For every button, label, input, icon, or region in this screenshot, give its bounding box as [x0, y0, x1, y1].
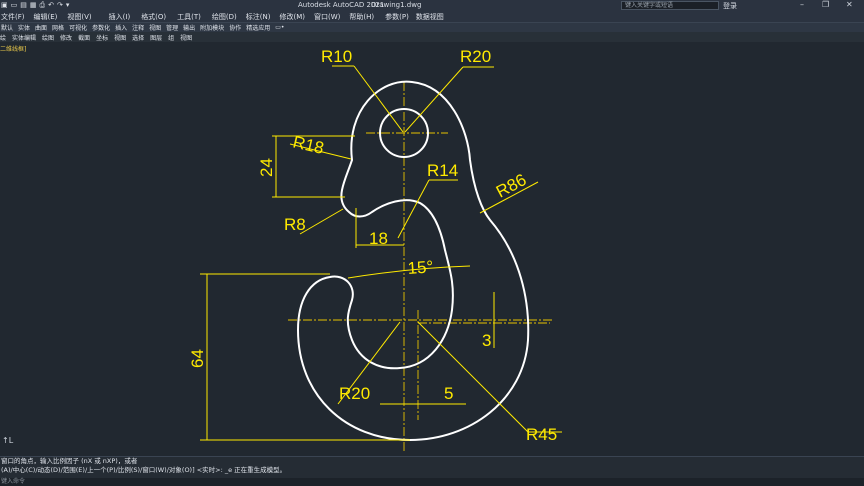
panel-groups[interactable]: 组 — [165, 33, 177, 42]
dim-r10: R10 — [321, 47, 352, 66]
menu-bar: 文件(F) 编辑(E) 视图(V) 插入(I) 格式(O) 工具(T) 绘图(D… — [0, 11, 864, 22]
panel-section[interactable]: 截面 — [75, 33, 93, 42]
r20-top-leader-diag — [404, 66, 464, 133]
dim-64: 64 — [188, 349, 207, 368]
panel-selection[interactable]: 选择 — [129, 33, 147, 42]
ribbon-tab-addins[interactable]: 附加模块 — [199, 23, 228, 32]
dim-r20-top: R20 — [460, 47, 491, 66]
redo-icon[interactable]: ↷ — [57, 1, 63, 10]
panel-solid-editing[interactable]: 实体编辑 — [9, 33, 39, 42]
menu-insert[interactable]: 插入(I) — [97, 12, 136, 22]
search-input[interactable]: 键入关键字或短语 — [621, 1, 719, 10]
print-icon[interactable]: ⎙ — [40, 1, 46, 10]
command-history: 窗口的角点，输入比例因子 (nX 或 nXP)，或者 (A)/中心(C)/动态(… — [0, 456, 864, 478]
ribbon-tab-home[interactable]: 默认 — [0, 23, 17, 32]
dim-18: 18 — [369, 229, 388, 248]
ribbon-tab-surface[interactable]: 曲面 — [34, 23, 51, 32]
document-name: Drawing1.dwg — [371, 1, 422, 9]
app-menu-icon[interactable]: ▣ — [1, 1, 8, 10]
menu-help[interactable]: 帮助(H) — [345, 12, 379, 22]
dim-r45: R45 — [526, 425, 557, 444]
menu-draw[interactable]: 绘图(D) — [206, 12, 242, 22]
ribbon-tab-featured[interactable]: 精选应用 — [245, 23, 274, 32]
ribbon-tab-manage[interactable]: 管理 — [165, 23, 182, 32]
ribbon-tabs: 默认 实体 曲面 网格 可视化 参数化 插入 注释 视图 管理 输出 附加模块 … — [0, 22, 864, 32]
dim-r8: R8 — [284, 215, 306, 234]
menu-data-view[interactable]: 数据视图 — [414, 12, 449, 22]
panel-view-2[interactable]: 视图 — [177, 33, 195, 42]
open-file-icon[interactable]: ▤ — [20, 1, 27, 10]
ribbon-tab-annotate[interactable]: 注释 — [131, 23, 148, 32]
r14-leader-diag — [397, 179, 430, 239]
panel-bar: 绘 实体编辑 绘图 修改 截面 坐标 视图 选择 图层 组 视图 — [0, 32, 864, 42]
dimensions — [200, 65, 562, 441]
restore-icon[interactable]: ❐ — [822, 0, 829, 9]
command-line-2: (A)/中心(C)/动态(D)/范围(E)/上一个(P)/比例(S)/窗口(W)… — [1, 466, 287, 474]
ribbon-tab-output[interactable]: 输出 — [182, 23, 199, 32]
menu-edit[interactable]: 编辑(E) — [30, 12, 63, 22]
dim-r14: R14 — [427, 161, 458, 180]
menu-parameters[interactable]: 参数(P) — [379, 12, 414, 22]
menu-tools[interactable]: 工具(T) — [171, 12, 206, 22]
viewport-label[interactable]: 二维线框] — [0, 44, 26, 53]
command-input[interactable]: 键入命令 — [0, 478, 864, 486]
menu-view[interactable]: 视图(V) — [62, 12, 96, 22]
command-line-1: 窗口的角点，输入比例因子 (nX 或 nXP)，或者 — [1, 457, 138, 465]
close-icon[interactable]: ✕ — [846, 0, 853, 9]
title-bar: ▣ ▭ ▤ ▦ ⎙ ↶ ↷ ▾ Autodesk AutoCAD 2021 Dr… — [0, 0, 864, 11]
ribbon-toggle-icon[interactable]: ▭• — [274, 24, 288, 31]
ribbon-tab-solid[interactable]: 实体 — [17, 23, 34, 32]
menu-file[interactable]: 文件(F) — [0, 12, 30, 22]
panel-coordinates[interactable]: 坐标 — [93, 33, 111, 42]
new-file-icon[interactable]: ▭ — [11, 1, 18, 10]
menu-window[interactable]: 窗口(W) — [310, 12, 345, 22]
customize-dropdown-icon[interactable]: ▾ — [66, 1, 70, 10]
panel-modify[interactable]: 修改 — [57, 33, 75, 42]
menu-format[interactable]: 格式(O) — [135, 12, 171, 22]
dimension-labels: R10 R20 R18 24 R14 R86 R8 18 15° 64 3 R2… — [188, 47, 557, 444]
panel-view[interactable]: 视图 — [111, 33, 129, 42]
ribbon-tab-insert[interactable]: 插入 — [114, 23, 131, 32]
ribbon-tab-mesh[interactable]: 网格 — [51, 23, 68, 32]
panel-layers[interactable]: 图层 — [147, 33, 165, 42]
dim-r20-bottom: R20 — [339, 384, 370, 403]
ucs-icon: ↑L — [2, 436, 14, 445]
save-icon[interactable]: ▦ — [30, 1, 37, 10]
r10-leader-diag — [353, 65, 404, 133]
menu-modify[interactable]: 修改(M) — [275, 12, 310, 22]
drawing-canvas[interactable]: R10 R20 R18 24 R14 R86 R8 18 15° 64 3 R2… — [0, 42, 864, 455]
undo-icon[interactable]: ↶ — [48, 1, 54, 10]
ribbon-tab-view[interactable]: 视图 — [148, 23, 165, 32]
login-button[interactable]: 登录 — [723, 1, 737, 11]
dim-5: 5 — [444, 384, 453, 403]
dim-24: 24 — [257, 158, 276, 177]
r8-leader — [299, 208, 344, 235]
minimize-icon[interactable]: – — [800, 0, 804, 9]
ribbon-tab-parametric[interactable]: 参数化 — [91, 23, 114, 32]
quick-access-toolbar: ▣ ▭ ▤ ▦ ⎙ ↶ ↷ ▾ — [1, 1, 69, 10]
r45-leader — [417, 321, 529, 433]
dim-15-degrees: 15° — [407, 257, 434, 278]
menu-dimension[interactable]: 标注(N) — [242, 12, 276, 22]
ribbon-tab-collaborate[interactable]: 协作 — [228, 23, 245, 32]
panel-draw[interactable]: 绘图 — [39, 33, 57, 42]
ribbon-tab-visualize[interactable]: 可视化 — [68, 23, 91, 32]
dim-3: 3 — [482, 331, 491, 350]
panel-draw-short[interactable]: 绘 — [0, 33, 9, 42]
